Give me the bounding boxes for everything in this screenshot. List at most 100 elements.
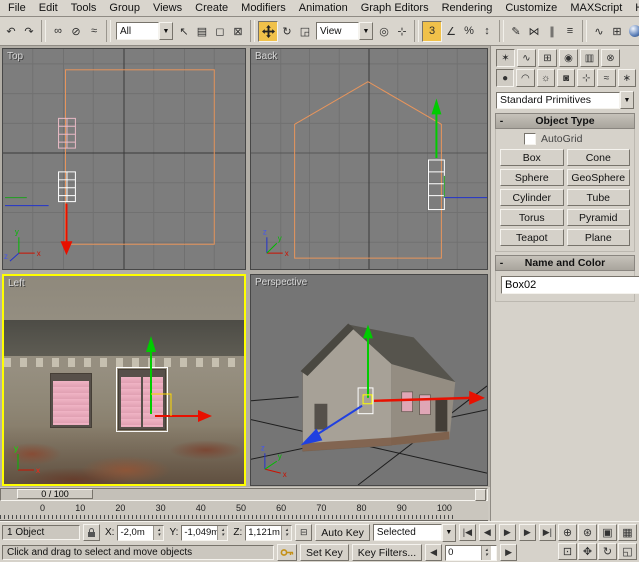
current-frame-field[interactable]: 0 ▴▾	[445, 545, 497, 561]
tab-create[interactable]: ✶	[496, 49, 515, 67]
menu-item[interactable]: Rendering	[442, 2, 493, 14]
zoom-button[interactable]: ⊕	[558, 524, 577, 541]
curve-editor-button[interactable]: ∿	[590, 21, 608, 41]
back-viewport-canvas[interactable]: z x y	[251, 49, 487, 269]
spinner-snap-toggle[interactable]: ↕	[478, 21, 496, 41]
rollout-name-and-color-header[interactable]: - Name and Color	[495, 255, 635, 271]
viewport-perspective[interactable]: z x y Perspective	[250, 274, 488, 486]
snaps-toggle-button[interactable]: 3	[422, 21, 442, 42]
viewport-left-label[interactable]: Left	[8, 278, 25, 289]
rollout-object-type-header[interactable]: - Object Type	[495, 113, 635, 129]
autogrid-checkbox[interactable]	[524, 133, 536, 145]
previous-key-button[interactable]: ◀	[479, 524, 496, 541]
key-filters-button[interactable]: Key Filters...	[352, 544, 422, 561]
arc-rotate-button[interactable]: ↻	[598, 543, 617, 560]
go-to-start-button[interactable]: |◀	[459, 524, 476, 541]
tab-motion[interactable]: ◉	[559, 49, 578, 67]
y-spinner[interactable]: ▴▾	[217, 526, 227, 540]
category-systems[interactable]: ∗	[618, 69, 636, 87]
selection-lock-toggle[interactable]	[83, 524, 100, 541]
previous-frame-button[interactable]: ◀	[425, 544, 442, 561]
percent-snap-toggle[interactable]: %	[460, 21, 478, 41]
object-type-button[interactable]: Cylinder	[500, 189, 564, 206]
left-viewport-overlay[interactable]: y x	[4, 276, 244, 484]
object-type-button[interactable]: GeoSphere	[567, 169, 631, 186]
category-helpers[interactable]: ⊹	[577, 69, 595, 87]
go-to-end-button[interactable]: ▶|	[539, 524, 556, 541]
menu-item[interactable]: Edit	[39, 2, 58, 14]
menu-item[interactable]: Animation	[299, 2, 348, 14]
unlink-selection-button[interactable]: ⊘	[67, 21, 85, 41]
spin-down-icon[interactable]: ▾	[222, 533, 225, 538]
move-gizmo[interactable]	[146, 336, 212, 422]
angle-snap-toggle[interactable]: ∠	[442, 21, 460, 41]
viewport-top-label[interactable]: Top	[7, 51, 23, 62]
viewport-back[interactable]: z x y Back	[250, 48, 488, 270]
object-name-input[interactable]	[501, 276, 639, 294]
edit-named-selection-sets-button[interactable]: ✎	[507, 21, 525, 41]
tab-hierarchy[interactable]: ⊞	[538, 49, 557, 67]
spin-down-icon[interactable]: ▾	[485, 553, 488, 558]
x-coordinate-field[interactable]: -2,0m ▴▾	[117, 525, 164, 541]
dropdown-arrow-icon[interactable]: ▼	[620, 91, 634, 109]
transform-type-in-toggle[interactable]: ⊟	[295, 524, 312, 541]
dropdown-arrow-icon[interactable]: ▼	[159, 22, 173, 40]
selection-filter-dropdown[interactable]: All ▼	[116, 22, 173, 40]
select-and-manipulate-button[interactable]: ⊹	[393, 21, 411, 41]
select-and-link-button[interactable]: ∞	[49, 21, 67, 41]
next-key-button[interactable]: ▶	[519, 524, 536, 541]
collapse-icon[interactable]: -	[496, 115, 507, 127]
top-viewport-canvas[interactable]: y x z	[3, 49, 245, 269]
select-and-scale-button[interactable]: ◲	[296, 21, 314, 41]
track-bar[interactable]: 0102030405060708090100	[0, 501, 488, 521]
undo-button[interactable]: ↶	[2, 21, 20, 41]
time-slider-track[interactable]: 0 / 100	[0, 488, 488, 501]
bind-to-space-warp-button[interactable]: ≈	[85, 21, 103, 41]
viewport-back-label[interactable]: Back	[255, 51, 277, 62]
layer-manager-button[interactable]: ≡	[561, 21, 579, 41]
align-button[interactable]: ∥	[543, 21, 561, 41]
object-type-button[interactable]: Torus	[500, 209, 564, 226]
category-space-warps[interactable]: ≈	[597, 69, 615, 87]
material-editor-button[interactable]	[626, 21, 639, 41]
menu-item[interactable]: Create	[195, 2, 228, 14]
object-type-button[interactable]: Sphere	[500, 169, 564, 186]
perspective-viewport-canvas[interactable]: z x y	[251, 275, 487, 485]
zoom-all-button[interactable]: ⊛	[578, 524, 597, 541]
set-keys-icon-button[interactable]	[277, 544, 297, 561]
menu-item[interactable]: File	[8, 2, 26, 14]
object-type-button[interactable]: Cone	[567, 149, 631, 166]
menu-item[interactable]: Graph Editors	[361, 2, 429, 14]
menu-item[interactable]: Modifiers	[241, 2, 286, 14]
window-crossing-toggle[interactable]: ⊠	[229, 21, 247, 41]
use-pivot-center-button[interactable]: ◎	[375, 21, 393, 41]
viewport-left-active[interactable]: y x Left	[2, 274, 246, 486]
select-and-rotate-button[interactable]: ↻	[278, 21, 296, 41]
object-type-button[interactable]: Teapot	[500, 229, 564, 246]
spin-down-icon[interactable]: ▾	[285, 533, 288, 538]
mirror-button[interactable]: ⋈	[525, 21, 543, 41]
menu-item[interactable]: Views	[153, 2, 182, 14]
auto-key-button[interactable]: Auto Key	[315, 524, 370, 541]
x-spinner[interactable]: ▴▾	[153, 526, 163, 540]
rectangular-selection-region-button[interactable]: ◻	[211, 21, 229, 41]
tab-display[interactable]: ▥	[580, 49, 599, 67]
primitive-category-dropdown[interactable]: Standard Primitives ▼	[496, 91, 634, 109]
frame-spinner[interactable]: ▴▾	[481, 546, 491, 560]
collapse-icon[interactable]: -	[496, 257, 507, 269]
select-by-name-button[interactable]: ▤	[193, 21, 211, 41]
tab-modify[interactable]: ∿	[517, 49, 536, 67]
category-lights[interactable]: ☼	[537, 69, 555, 87]
set-key-button[interactable]: Set Key	[300, 544, 349, 561]
tab-utilities[interactable]: ⊗	[601, 49, 620, 67]
object-type-button[interactable]: Plane	[567, 229, 631, 246]
zoom-extents-button[interactable]: ▣	[598, 524, 617, 541]
time-slider-splitter[interactable]	[475, 489, 486, 501]
z-coordinate-field[interactable]: 1,121m ▴▾	[245, 525, 292, 541]
viewport-perspective-label[interactable]: Perspective	[255, 277, 307, 288]
menu-item[interactable]: Group	[109, 2, 140, 14]
dropdown-arrow-icon[interactable]: ▼	[442, 524, 456, 542]
menu-item[interactable]: MAXScript	[570, 2, 622, 14]
redo-button[interactable]: ↷	[20, 21, 38, 41]
zoom-extents-all-button[interactable]: ▦	[618, 524, 637, 541]
